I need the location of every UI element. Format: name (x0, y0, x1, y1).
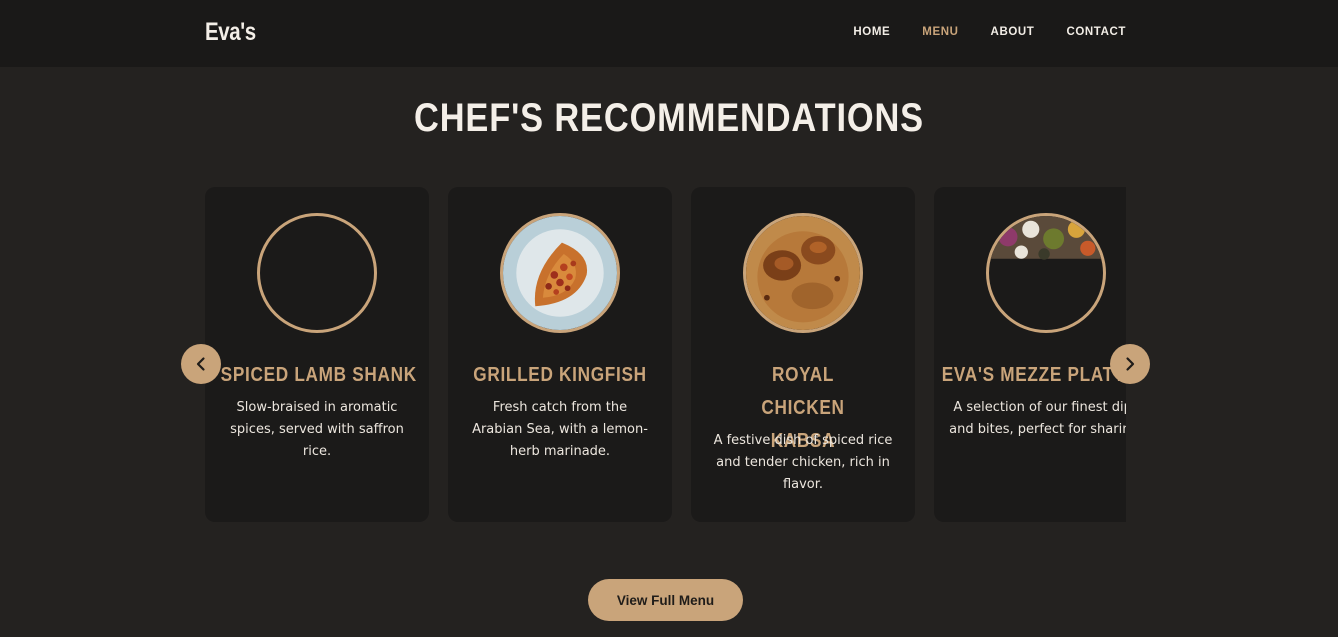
kabsa-photo (746, 216, 860, 330)
dish-image-kabsa (743, 213, 863, 333)
nav-links: HOME MENU ABOUT CONTACT (853, 26, 1126, 38)
dish-card-lamb-shank[interactable]: SPICED LAMB SHANK Slow-braised in aromat… (205, 187, 429, 522)
nav-item-home[interactable]: HOME (853, 26, 890, 38)
chevron-right-icon (1126, 357, 1135, 371)
nav-item-about[interactable]: ABOUT (991, 26, 1035, 38)
dish-card-kingfish[interactable]: GRILLED KINGFISH Fresh catch from the Ar… (448, 187, 672, 522)
dish-title: SPICED LAMB SHANK (220, 364, 417, 386)
carousel-track: SPICED LAMB SHANK Slow-braised in aromat… (205, 187, 1126, 522)
dish-image-kingfish (500, 213, 620, 333)
carousel-next-button[interactable] (1110, 344, 1150, 384)
dish-description: A festive dish of spiced rice and tender… (713, 433, 893, 492)
recommendations-carousel: SPICED LAMB SHANK Slow-braised in aromat… (205, 187, 1126, 522)
dish-description: A selection of our finest dips and bites… (949, 400, 1126, 437)
dish-description: Slow-braised in aromatic spices, served … (230, 400, 404, 459)
chevron-left-icon (196, 357, 205, 371)
section-title: CHEF'S RECOMMENDATIONS (414, 96, 924, 140)
brand-logo[interactable]: Eva's (205, 18, 256, 47)
dish-image-mezze (986, 213, 1106, 333)
dish-card-mezze-platter[interactable]: EVA'S MEZZE PLATTER A selection of our f… (934, 187, 1126, 522)
dish-title: EVA'S MEZZE PLATTER (941, 364, 1126, 386)
mezze-photo-partial (989, 216, 1103, 260)
view-full-menu-button[interactable]: View Full Menu (588, 579, 743, 621)
dish-card-chicken-kabsa[interactable]: ROYAL CHICKEN KABSA A festive dish of sp… (691, 187, 915, 522)
dish-title: GRILLED KINGFISH (473, 364, 647, 386)
nav-item-menu[interactable]: MENU (922, 26, 958, 38)
navbar: Eva's HOME MENU ABOUT CONTACT (0, 0, 1338, 67)
dish-image-placeholder (257, 213, 377, 333)
nav-item-contact[interactable]: CONTACT (1066, 26, 1126, 38)
dish-description: Fresh catch from the Arabian Sea, with a… (472, 400, 648, 459)
carousel-prev-button[interactable] (181, 344, 221, 384)
kingfish-photo (503, 216, 617, 330)
